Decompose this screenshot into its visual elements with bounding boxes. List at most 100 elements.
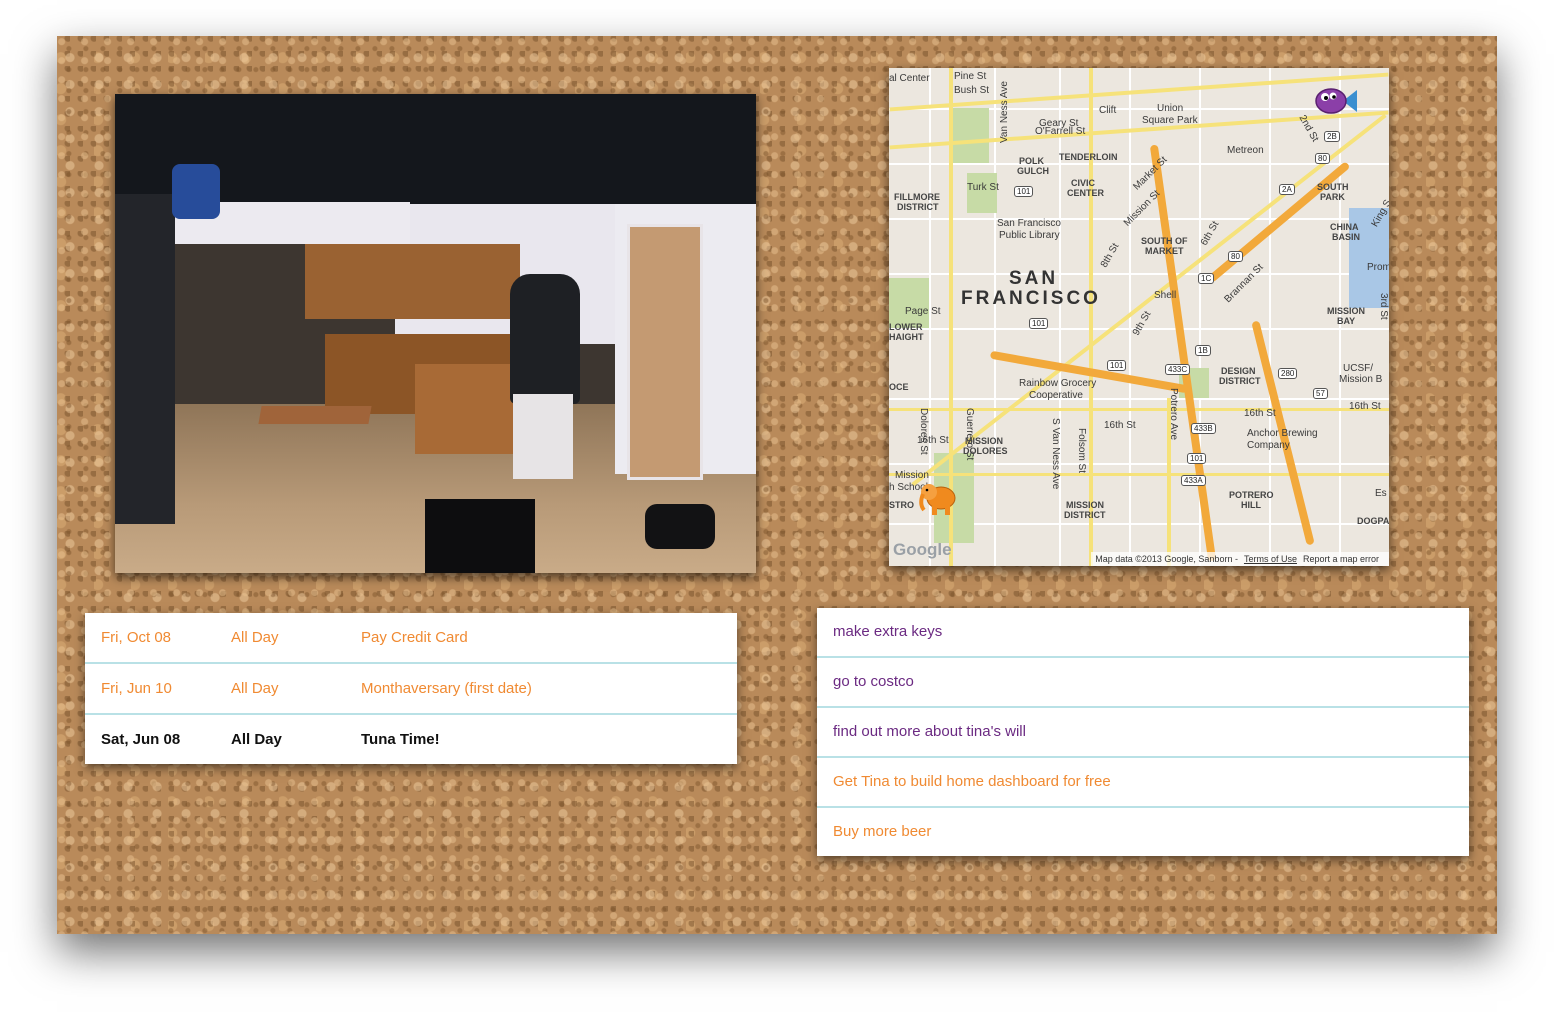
map-widget[interactable]: SAN FRANCISCO Pine St Bush St al Center … bbox=[889, 68, 1389, 566]
report-map-error-link[interactable]: Report a map error bbox=[1303, 554, 1379, 564]
webcam-jacket bbox=[172, 164, 220, 219]
map-label: PARK bbox=[1320, 192, 1345, 202]
elephant-map-marker-icon[interactable] bbox=[919, 478, 959, 518]
map-label: UCSF/ bbox=[1343, 363, 1373, 374]
map-label: STRO bbox=[889, 500, 915, 510]
map-label: San Francisco bbox=[997, 218, 1061, 229]
map-label: Cooperative bbox=[1029, 390, 1083, 401]
map-label: DISTRICT bbox=[1064, 510, 1106, 520]
event-date: Sat, Jun 08 bbox=[101, 731, 181, 748]
map-label: Square Park bbox=[1142, 115, 1198, 126]
map-label: CHINA bbox=[1330, 222, 1359, 232]
webcam-shelf bbox=[513, 394, 573, 479]
map-label: Shell bbox=[1154, 290, 1177, 301]
todo-item[interactable]: go to costco bbox=[817, 658, 1469, 708]
park bbox=[949, 108, 989, 163]
highway-shield: 101 bbox=[1029, 318, 1049, 329]
map-label: 3rd St bbox=[1378, 293, 1389, 320]
map-label: Metreon bbox=[1227, 145, 1264, 156]
highway-shield: 1B bbox=[1195, 345, 1211, 356]
webcam-image bbox=[115, 94, 756, 573]
map-label: TENDERLOIN bbox=[1059, 152, 1118, 162]
map-label: Pine St bbox=[954, 71, 987, 82]
event-row[interactable]: Fri, Oct 08 All Day Pay Credit Card bbox=[85, 613, 737, 664]
highway-shield: 433A bbox=[1181, 475, 1206, 486]
map-label: Van Ness Ave bbox=[999, 81, 1010, 143]
map-label: LOWER bbox=[889, 322, 923, 332]
map-city-label: SAN bbox=[1009, 268, 1059, 289]
todo-item[interactable]: make extra keys bbox=[817, 608, 1469, 658]
map-label: FILLMORE bbox=[894, 192, 940, 202]
map-label: MARKET bbox=[1145, 246, 1184, 256]
highway-shield: 80 bbox=[1315, 153, 1330, 164]
todo-item[interactable]: Buy more beer bbox=[817, 808, 1469, 856]
webcam-tv bbox=[425, 499, 535, 573]
highway-shield: 280 bbox=[1278, 368, 1298, 379]
park bbox=[889, 278, 929, 328]
map-label: Clift bbox=[1099, 105, 1117, 116]
webcam-bag bbox=[645, 504, 715, 549]
events-list: Fri, Oct 08 All Day Pay Credit Card Fri,… bbox=[85, 613, 737, 764]
map-label: MISSION bbox=[1327, 306, 1366, 316]
webcam-counter bbox=[415, 364, 515, 454]
event-title: Pay Credit Card bbox=[361, 629, 468, 646]
map-label: Mission St bbox=[1121, 188, 1163, 229]
highway-shield: 101 bbox=[1014, 186, 1034, 197]
todo-list: make extra keys go to costco find out mo… bbox=[817, 608, 1469, 856]
highway-shield: 433B bbox=[1191, 423, 1216, 434]
terms-of-use-link[interactable]: Terms of Use bbox=[1244, 554, 1297, 564]
map-label: BASIN bbox=[1332, 232, 1361, 242]
highway-shield: 2B bbox=[1324, 131, 1340, 142]
map-label: MISSION bbox=[965, 436, 1004, 446]
map-label: CIVIC bbox=[1071, 178, 1096, 188]
todo-item[interactable]: Get Tina to build home dashboard for fre… bbox=[817, 758, 1469, 808]
map-label: POTRERO bbox=[1229, 490, 1274, 500]
park bbox=[967, 173, 997, 213]
map-label: DISTRICT bbox=[1219, 376, 1261, 386]
webcam-table bbox=[258, 406, 372, 424]
map-label: MISSION bbox=[1066, 500, 1105, 510]
map-label: BAY bbox=[1337, 316, 1356, 326]
map-label: al Center bbox=[889, 73, 930, 84]
map-label: HAIGHT bbox=[889, 332, 924, 342]
map-label: DOGPA bbox=[1357, 516, 1389, 526]
map-label: O'Farrell St bbox=[1035, 126, 1086, 137]
fish-map-marker-icon[interactable] bbox=[1313, 82, 1357, 120]
map-label: Company bbox=[1247, 440, 1290, 451]
map-label: Prom bbox=[1367, 262, 1389, 273]
map-label: Page St bbox=[905, 306, 941, 317]
map-label: S Van Ness Ave bbox=[1050, 418, 1061, 490]
map-attribution: Map data ©2013 Google, Sanborn - Terms of… bbox=[1091, 552, 1389, 566]
webcam-left-wall bbox=[115, 194, 175, 524]
map-label: DESIGN bbox=[1221, 366, 1256, 376]
highway-shield: 433C bbox=[1165, 364, 1191, 375]
map-label: OCE bbox=[889, 382, 909, 392]
todo-item[interactable]: find out more about tina's will bbox=[817, 708, 1469, 758]
highway-shield: 57 bbox=[1313, 388, 1328, 399]
google-logo: Google bbox=[893, 540, 952, 559]
webcam-coats bbox=[510, 274, 580, 404]
event-title: Tuna Time! bbox=[361, 731, 440, 748]
event-time: All Day bbox=[231, 731, 282, 748]
highway-shield: 80 bbox=[1228, 251, 1243, 262]
highway-shield: 1C bbox=[1198, 273, 1215, 284]
webcam-kitchen-cabinets bbox=[305, 244, 520, 319]
map-label: 16th St bbox=[1244, 408, 1276, 419]
map-label: SOUTH bbox=[1317, 182, 1349, 192]
map-label: GULCH bbox=[1017, 166, 1049, 176]
event-time: All Day bbox=[231, 629, 279, 646]
map-city-label: FRANCISCO bbox=[961, 288, 1101, 309]
map-label: Rainbow Grocery bbox=[1019, 378, 1097, 389]
event-row[interactable]: Fri, Jun 10 All Day Monthaversary (first… bbox=[85, 664, 737, 715]
event-time: All Day bbox=[231, 680, 279, 697]
map-label: Anchor Brewing bbox=[1247, 428, 1318, 439]
map-label: Turk St bbox=[967, 182, 999, 193]
event-row-current[interactable]: Sat, Jun 08 All Day Tuna Time! bbox=[85, 715, 737, 764]
map-label: 8th St bbox=[1098, 241, 1122, 270]
highway-shield: 2A bbox=[1279, 184, 1295, 195]
map-label: Union bbox=[1157, 103, 1184, 114]
map-label: SOUTH OF bbox=[1141, 236, 1188, 246]
map-label: 16th St bbox=[1349, 401, 1381, 412]
map-label: 16th St bbox=[917, 435, 949, 446]
map-label: Dolores St bbox=[918, 408, 929, 455]
